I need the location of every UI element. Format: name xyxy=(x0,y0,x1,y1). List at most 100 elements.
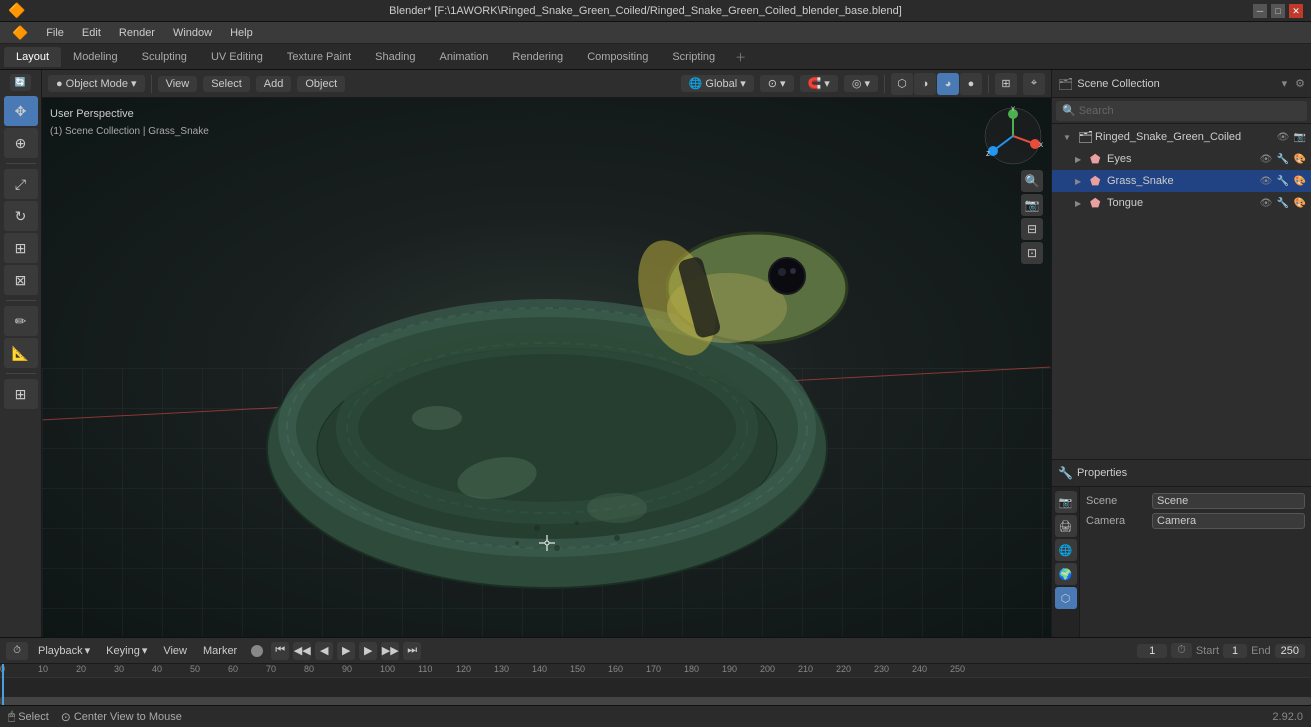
add-tool[interactable]: ⊞ xyxy=(4,379,38,409)
menu-blender[interactable]: 🔶 xyxy=(4,23,36,43)
render-icon-0[interactable]: 📷 xyxy=(1293,132,1307,143)
visibility-icon-2[interactable]: 👁 xyxy=(1259,176,1273,187)
pivot-dropdown[interactable]: ⊙ ▾ xyxy=(760,75,794,92)
maximize-button[interactable]: □ xyxy=(1271,4,1285,18)
prop-render-btn[interactable]: 📷 xyxy=(1055,491,1077,513)
outliner-item-collection[interactable]: ▼ 🗂 Ringed_Snake_Green_Coiled 👁 📷 xyxy=(1052,126,1311,148)
menu-edit[interactable]: Edit xyxy=(74,25,109,41)
move-tool[interactable]: ⤢ xyxy=(4,169,38,199)
timeline-mode-btn[interactable]: ⏱ xyxy=(6,642,28,660)
gizmo-toggle[interactable]: ⌖ xyxy=(1023,73,1045,95)
timeline-scrollbar[interactable] xyxy=(0,697,1311,705)
prop-scene-btn[interactable]: 🌐 xyxy=(1055,539,1077,561)
viewport-gizmo[interactable]: Y X Z xyxy=(983,106,1043,166)
toggle-perspective[interactable]: ⊟ xyxy=(1021,218,1043,240)
tab-layout[interactable]: Layout xyxy=(4,47,61,67)
current-frame-display[interactable]: 1 xyxy=(1137,644,1167,658)
select-tool[interactable]: ✥ xyxy=(4,96,38,126)
rotate-tool[interactable]: ↻ xyxy=(4,201,38,231)
render-icon-1[interactable]: 🔧 xyxy=(1276,154,1290,165)
visibility-icon-3[interactable]: 👁 xyxy=(1259,198,1273,209)
keyframe-dot[interactable] xyxy=(251,645,263,657)
menu-window[interactable]: Window xyxy=(165,25,220,41)
annotate-tool[interactable]: ✏ xyxy=(4,306,38,336)
prev-keyframe-btn[interactable]: ◀◀ xyxy=(293,642,311,660)
marker-menu[interactable]: Marker xyxy=(197,643,243,659)
outliner-filter-btn[interactable]: ▾ xyxy=(1282,77,1288,90)
playback-menu[interactable]: Playback ▾ xyxy=(32,642,96,659)
measure-tool[interactable]: 📐 xyxy=(4,338,38,368)
expand-icon-eyes[interactable]: ▶ xyxy=(1075,155,1087,164)
jump-start-btn[interactable]: ⏮ xyxy=(271,642,289,660)
prop-world-btn[interactable]: 🌍 xyxy=(1055,563,1077,585)
overlay-toggle[interactable]: ⊞ xyxy=(995,73,1017,95)
scale-tool[interactable]: ⊞ xyxy=(4,233,38,263)
view-menu-tl[interactable]: View xyxy=(157,643,193,659)
outliner-item-eyes[interactable]: ▶ ⬟ Eyes 👁 🔧 🎨 xyxy=(1052,148,1311,170)
transform-orientation[interactable]: 🌐 Global ▾ xyxy=(681,75,754,92)
expand-icon-snake[interactable]: ▶ xyxy=(1075,177,1087,186)
material-icon-3[interactable]: 🎨 xyxy=(1293,198,1307,209)
tab-scripting[interactable]: Scripting xyxy=(660,47,727,67)
keying-menu[interactable]: Keying ▾ xyxy=(100,642,153,659)
material-icon-1[interactable]: 🎨 xyxy=(1293,154,1307,165)
window-controls[interactable]: ─ □ ✕ xyxy=(1253,4,1303,18)
add-workspace-button[interactable]: ＋ xyxy=(727,47,754,67)
tab-sculpting[interactable]: Sculpting xyxy=(130,47,199,67)
tab-animation[interactable]: Animation xyxy=(428,47,501,67)
prop-output-btn[interactable]: 🖨 xyxy=(1055,515,1077,537)
next-frame-btn[interactable]: ▶ xyxy=(359,642,377,660)
prop-object-btn[interactable]: ⬡ xyxy=(1055,587,1077,609)
minimize-button[interactable]: ─ xyxy=(1253,4,1267,18)
zoom-to-fit[interactable]: 🔍 xyxy=(1021,170,1043,192)
menu-render[interactable]: Render xyxy=(111,25,163,41)
cursor-tool[interactable]: ⊕ xyxy=(4,128,38,158)
object-mode-dropdown[interactable]: ● Object Mode ▾ xyxy=(48,75,145,92)
outliner-item-tongue[interactable]: ▶ ⬟ Tongue 👁 🔧 🎨 xyxy=(1052,192,1311,214)
scrollbar-thumb[interactable] xyxy=(0,697,1311,705)
material-icon-2[interactable]: 🎨 xyxy=(1293,176,1307,187)
snap-toggle[interactable]: 🧲 ▾ xyxy=(800,75,838,92)
viewport-canvas[interactable]: User Perspective (1) Scene Collection | … xyxy=(42,98,1051,637)
add-menu[interactable]: Add xyxy=(256,76,292,92)
toggle-xray[interactable]: ⊡ xyxy=(1021,242,1043,264)
play-btn[interactable]: ▶ xyxy=(337,642,355,660)
outliner-options-btn[interactable]: ⚙ xyxy=(1295,77,1305,90)
render-icon-2[interactable]: 🔧 xyxy=(1276,176,1290,187)
tongue-icon: ⬟ xyxy=(1090,196,1104,210)
shading-solid[interactable]: ◑ xyxy=(914,73,936,95)
expand-icon[interactable]: ▼ xyxy=(1063,133,1075,142)
tab-uv-editing[interactable]: UV Editing xyxy=(199,47,275,67)
tab-modeling[interactable]: Modeling xyxy=(61,47,130,67)
next-keyframe-btn[interactable]: ▶▶ xyxy=(381,642,399,660)
toggle-camera[interactable]: 📷 xyxy=(1021,194,1043,216)
close-button[interactable]: ✕ xyxy=(1289,4,1303,18)
tab-texture-paint[interactable]: Texture Paint xyxy=(275,47,363,67)
visibility-icon-0[interactable]: 👁 xyxy=(1276,132,1290,143)
visibility-icon-1[interactable]: 👁 xyxy=(1259,154,1273,165)
shading-material[interactable]: ◕ xyxy=(937,73,959,95)
transform-tool[interactable]: ⊠ xyxy=(4,265,38,295)
object-menu[interactable]: Object xyxy=(297,76,345,92)
expand-icon-tongue[interactable]: ▶ xyxy=(1075,199,1087,208)
tab-shading[interactable]: Shading xyxy=(363,47,427,67)
timeline-ruler[interactable]: 0 10 20 30 40 50 60 70 80 90 100 110 120… xyxy=(0,664,1311,705)
scene-prop-value[interactable]: Scene xyxy=(1152,493,1305,509)
tab-rendering[interactable]: Rendering xyxy=(500,47,575,67)
outliner-item-grass-snake[interactable]: ▶ ⬟ Grass_Snake 👁 🔧 🎨 xyxy=(1052,170,1311,192)
shading-rendered[interactable]: ● xyxy=(960,73,982,95)
camera-prop-value[interactable]: Camera xyxy=(1152,513,1305,529)
proportional-edit[interactable]: ◎ ▾ xyxy=(844,75,878,92)
tab-compositing[interactable]: Compositing xyxy=(575,47,660,67)
select-menu[interactable]: Select xyxy=(203,76,250,92)
view-menu[interactable]: View xyxy=(158,76,198,92)
end-frame-display[interactable]: 250 xyxy=(1275,644,1305,658)
outliner-search-placeholder[interactable]: Search xyxy=(1079,105,1114,117)
shading-wireframe[interactable]: ⬡ xyxy=(891,73,913,95)
menu-file[interactable]: File xyxy=(38,25,72,41)
start-frame-display[interactable]: 1 xyxy=(1223,644,1247,658)
menu-help[interactable]: Help xyxy=(222,25,261,41)
prev-frame-btn[interactable]: ◀ xyxy=(315,642,333,660)
render-icon-3[interactable]: 🔧 xyxy=(1276,198,1290,209)
jump-end-btn[interactable]: ⏭ xyxy=(403,642,421,660)
